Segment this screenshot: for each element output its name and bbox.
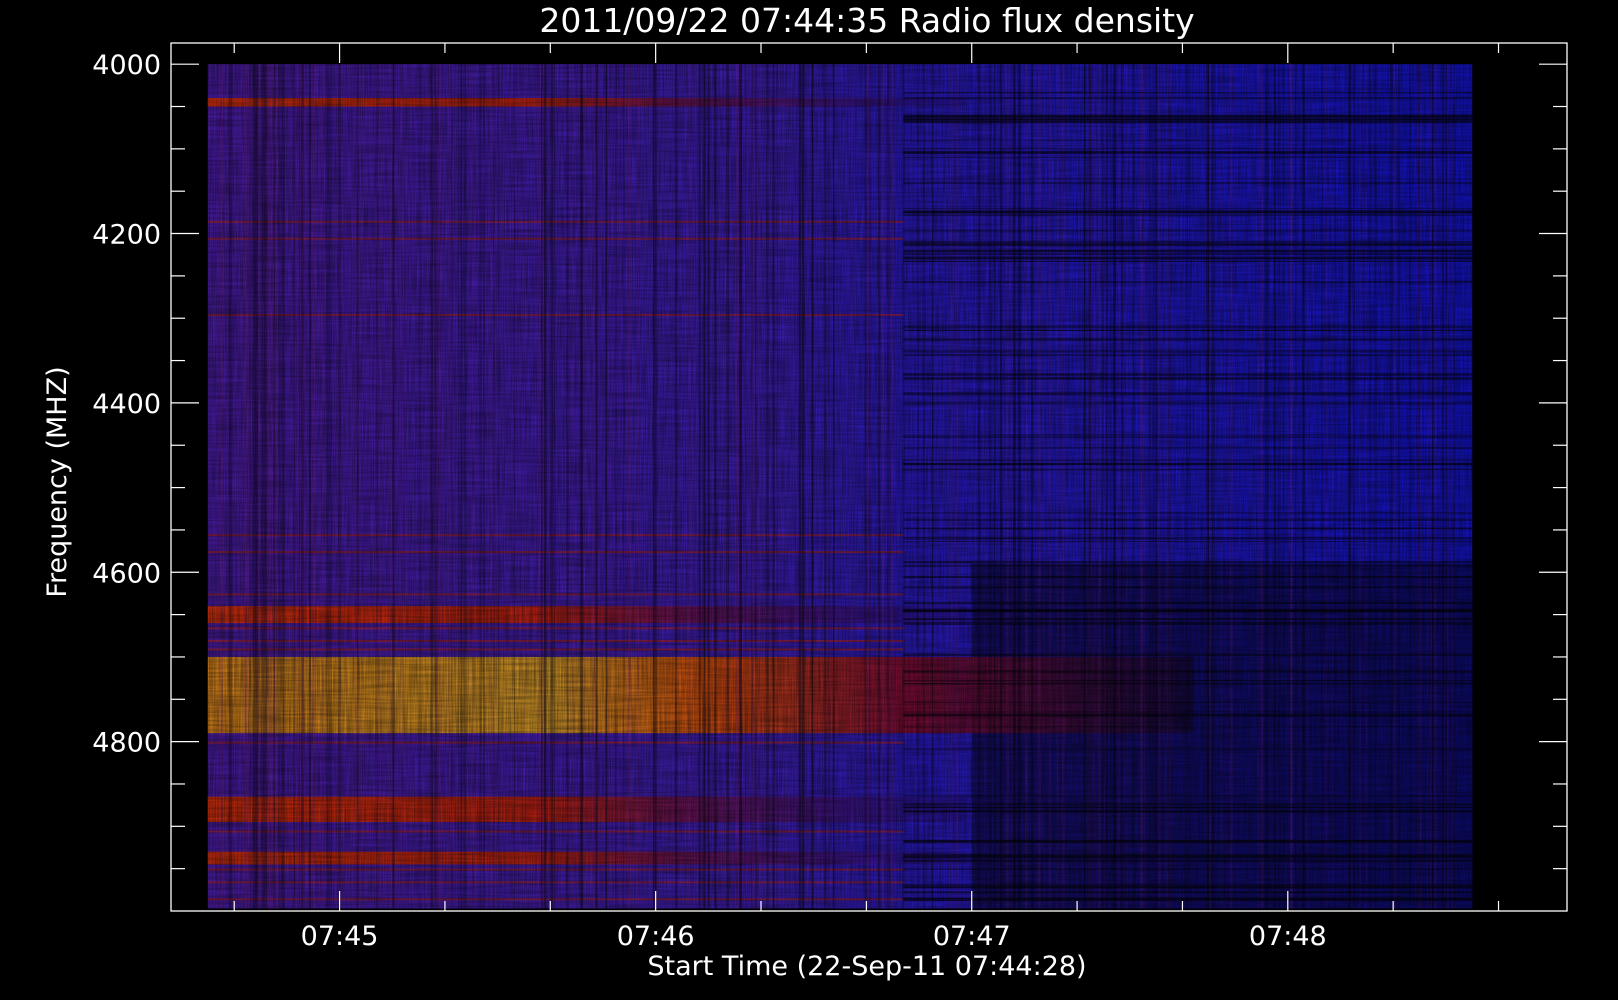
y-tick-label: 4600 [92, 558, 161, 589]
x-axis-label: Start Time (22-Sep-11 07:44:28) [647, 951, 1086, 982]
y-axis-label: Frequency (MHZ) [42, 366, 73, 597]
y-tick-label: 4800 [92, 728, 161, 759]
y-tick-label: 4400 [92, 389, 161, 420]
heatmap-noise-horizontal [207, 64, 1473, 909]
y-tick-label: 4000 [92, 50, 161, 81]
heatmap-image [207, 64, 1473, 909]
y-tick-label: 4200 [92, 220, 161, 251]
chart-title: 2011/09/22 07:44:35 Radio flux density [539, 1, 1194, 40]
x-tick-label: 07:47 [933, 921, 1011, 952]
x-tick-label: 07:45 [301, 921, 379, 952]
spectrogram-chart: 2011/09/22 07:44:35 Radio flux density 0… [0, 0, 1618, 1000]
x-tick-label: 07:46 [617, 921, 695, 952]
x-tick-label: 07:48 [1249, 921, 1327, 952]
